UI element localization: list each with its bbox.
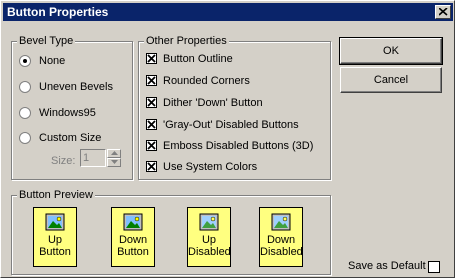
- preview-down-disabled-line2: Disabled: [260, 246, 303, 258]
- checkbox[interactable]: [146, 119, 157, 130]
- preview-up-disabled-line1: Up: [201, 234, 217, 246]
- radio-windows95-label: Windows95: [39, 107, 96, 119]
- preview-up-disabled-line2: Disabled: [188, 246, 231, 258]
- check-mark-icon: [147, 54, 156, 63]
- checkbox-label: Dither 'Down' Button: [163, 97, 263, 109]
- size-spin-down[interactable]: [107, 158, 121, 167]
- check-mark-icon: [147, 76, 156, 85]
- other-properties-label: Other Properties: [144, 34, 229, 48]
- ok-button[interactable]: OK: [339, 37, 443, 65]
- radio-button[interactable]: [19, 132, 31, 144]
- button-preview-label: Button Preview: [17, 188, 95, 202]
- picture-icon: [271, 213, 291, 231]
- size-input[interactable]: 1: [80, 149, 106, 167]
- checkbox-label: 'Gray-Out' Disabled Buttons: [163, 119, 299, 131]
- radio-custom-size-label: Custom Size: [39, 132, 102, 144]
- cancel-button[interactable]: Cancel: [340, 67, 442, 93]
- radio-button[interactable]: [19, 81, 31, 93]
- preview-down-disabled: Down Disabled: [259, 207, 303, 267]
- close-icon: [439, 8, 448, 16]
- picture-icon: [45, 213, 65, 231]
- checkbox-label: Use System Colors: [163, 161, 258, 173]
- check-mark-icon: [147, 98, 156, 107]
- picture-icon: [123, 213, 143, 231]
- preview-down-line2: Button: [117, 246, 149, 258]
- picture-icon: [199, 213, 219, 231]
- check-mark-icon: [147, 120, 156, 129]
- radio-button[interactable]: [19, 107, 31, 119]
- preview-up-button: Up Button: [33, 207, 77, 267]
- preview-down-button: Down Button: [111, 207, 155, 267]
- radio-none-label: None: [39, 55, 66, 67]
- title-bar[interactable]: Button Properties: [3, 3, 453, 21]
- checkbox-label: Rounded Corners: [163, 75, 250, 87]
- checkbox-label: Emboss Disabled Buttons (3D): [163, 140, 314, 152]
- preview-up-disabled: Up Disabled: [187, 207, 231, 267]
- arrow-down-icon: [111, 160, 118, 164]
- checkbox-label: Button Outline: [163, 53, 233, 65]
- check-mark-icon: [147, 141, 156, 150]
- bevel-type-label: Bevel Type: [17, 34, 76, 48]
- preview-up-line1: Up: [47, 234, 63, 246]
- size-spin-up[interactable]: [107, 149, 121, 158]
- radio-button[interactable]: [19, 55, 31, 67]
- checkbox[interactable]: [146, 53, 157, 64]
- checkbox[interactable]: [146, 161, 157, 172]
- preview-down-disabled-line1: Down: [266, 234, 296, 246]
- save-as-default-label: Save as Default: [348, 260, 426, 272]
- size-label: Size:: [51, 155, 76, 167]
- checkbox[interactable]: [146, 97, 157, 108]
- radio-uneven-bevels-label: Uneven Bevels: [39, 81, 113, 93]
- window-title: Button Properties: [7, 5, 109, 19]
- close-button[interactable]: [435, 5, 451, 19]
- save-as-default-checkbox[interactable]: [428, 261, 440, 273]
- dialog-window: Button Properties Bevel Type None Uneven…: [0, 0, 455, 278]
- preview-down-line1: Down: [118, 234, 148, 246]
- check-mark-icon: [147, 162, 156, 171]
- arrow-up-icon: [111, 151, 118, 155]
- preview-up-line2: Button: [39, 246, 71, 258]
- checkbox[interactable]: [146, 140, 157, 151]
- checkbox[interactable]: [146, 75, 157, 86]
